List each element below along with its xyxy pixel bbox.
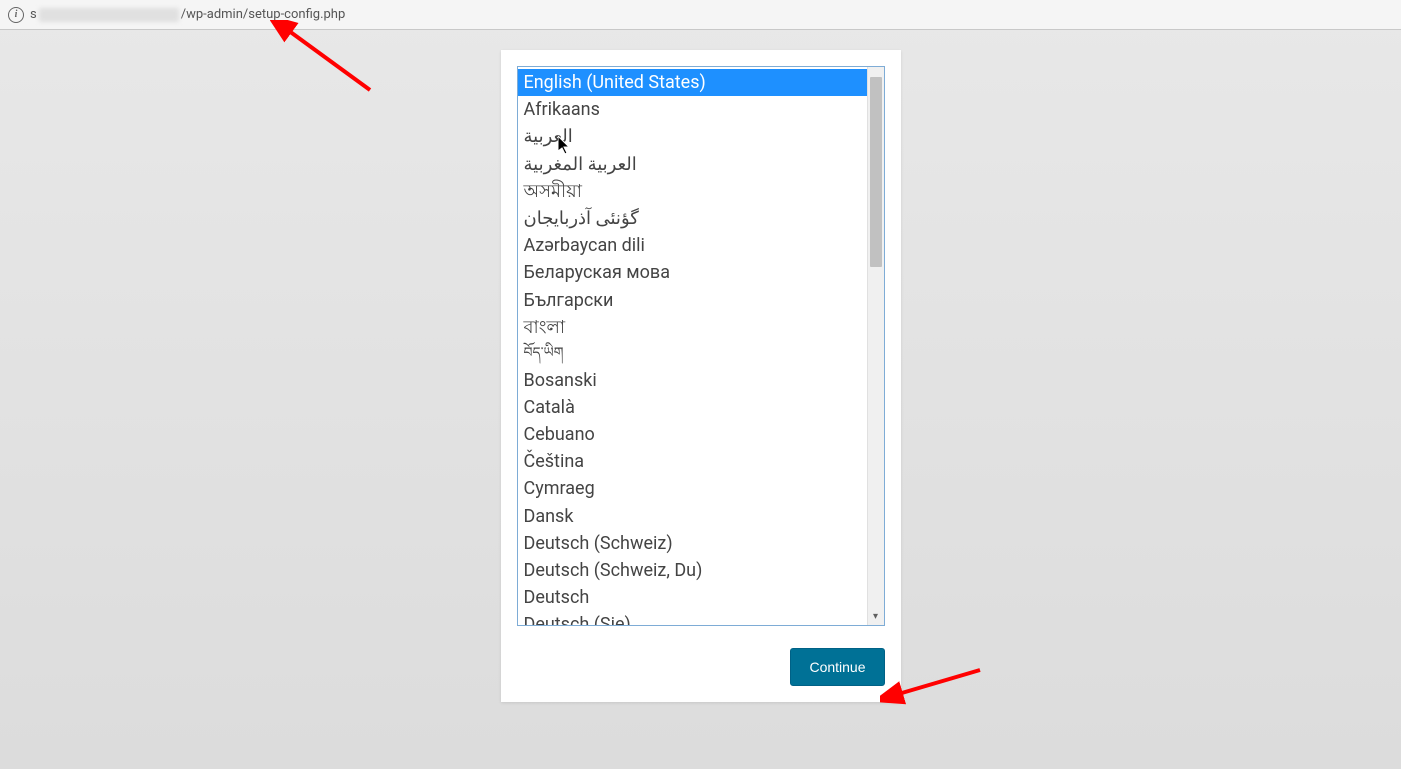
language-options-list[interactable]: English (United States)Afrikaansالعربيةا… — [518, 67, 867, 625]
language-option[interactable]: অসমীয়া — [518, 178, 867, 205]
language-option[interactable]: English (United States) — [518, 69, 867, 96]
browser-address-bar[interactable]: i s /wp-admin/setup-config.php — [0, 0, 1401, 30]
button-row: Continue — [517, 648, 885, 686]
language-option[interactable]: العربية المغربية — [518, 151, 867, 178]
scroll-down-icon[interactable]: ▾ — [871, 611, 881, 621]
scrollbar-thumb[interactable] — [870, 77, 882, 267]
language-option[interactable]: العربية — [518, 123, 867, 150]
language-option[interactable]: گؤنئی آذربایجان — [518, 205, 867, 232]
language-option[interactable]: Azərbaycan dili — [518, 232, 867, 259]
setup-card: English (United States)Afrikaansالعربيةا… — [501, 50, 901, 702]
language-option[interactable]: Беларуская мова — [518, 259, 867, 286]
language-option[interactable]: Deutsch — [518, 584, 867, 611]
language-option[interactable]: Deutsch (Sie) — [518, 611, 867, 625]
language-option[interactable]: Afrikaans — [518, 96, 867, 123]
url-suffix: /wp-admin/setup-config.php — [181, 7, 346, 22]
language-option[interactable]: Deutsch (Schweiz, Du) — [518, 557, 867, 584]
language-option[interactable]: Bosanski — [518, 367, 867, 394]
scrollbar[interactable]: ▾ — [867, 67, 884, 625]
page-content: English (United States)Afrikaansالعربيةا… — [0, 30, 1401, 702]
info-icon: i — [8, 7, 24, 23]
language-option[interactable]: Deutsch (Schweiz) — [518, 530, 867, 557]
language-option[interactable]: Dansk — [518, 503, 867, 530]
url-prefix: s — [30, 7, 37, 22]
language-option[interactable]: Català — [518, 394, 867, 421]
language-option[interactable]: Български — [518, 287, 867, 314]
url-blurred-domain — [39, 8, 179, 22]
continue-button[interactable]: Continue — [790, 648, 884, 686]
language-option[interactable]: བོད་ཡིག — [518, 341, 867, 367]
language-option[interactable]: Cebuano — [518, 421, 867, 448]
language-select[interactable]: English (United States)Afrikaansالعربيةا… — [517, 66, 885, 626]
language-option[interactable]: Čeština — [518, 448, 867, 475]
language-option[interactable]: Cymraeg — [518, 475, 867, 502]
language-option[interactable]: বাংলা — [518, 314, 867, 341]
